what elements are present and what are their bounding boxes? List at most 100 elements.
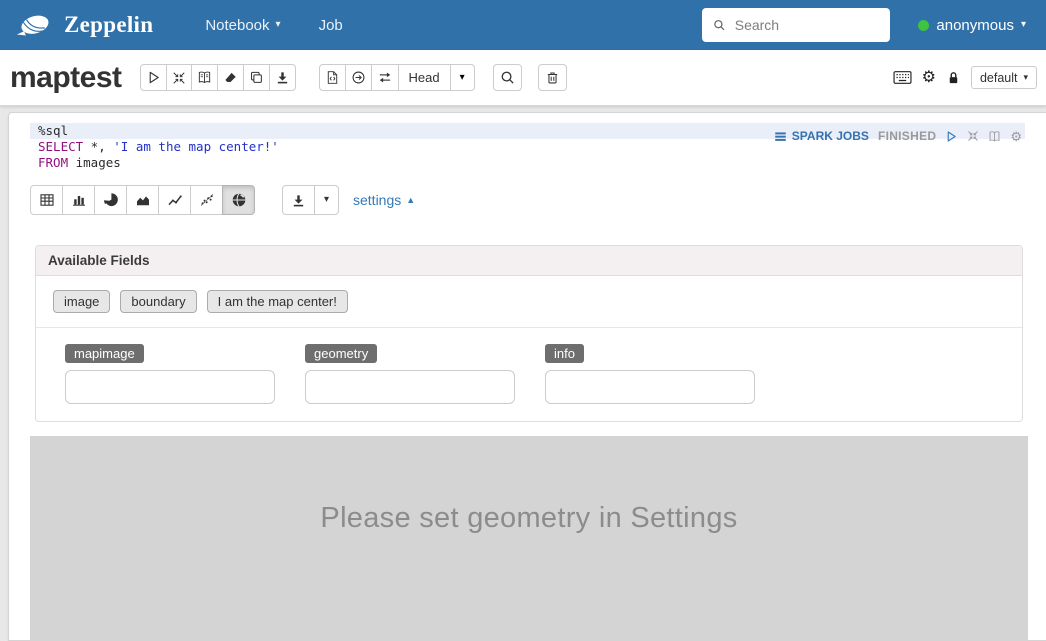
zeppelin-airship-icon	[14, 10, 56, 40]
show-hide-code-button[interactable]	[191, 64, 218, 91]
chart-type-bar-button[interactable]	[62, 185, 95, 215]
note-title[interactable]: maptest	[10, 61, 122, 95]
switch-revision-button[interactable]	[371, 64, 399, 91]
menu-notebook-label: Notebook	[205, 17, 269, 34]
drop-zone-target-geometry[interactable]	[305, 370, 515, 404]
search-code-button[interactable]	[493, 64, 522, 91]
paragraph-card: %sql SELECT *, 'I am the map center!' FR…	[8, 112, 1046, 641]
field-chip-map-center[interactable]: I am the map center!	[207, 290, 348, 313]
book-icon	[197, 70, 212, 85]
pie-chart-icon	[103, 192, 119, 208]
chart-type-line-button[interactable]	[158, 185, 191, 215]
interpreter-binding-label: default	[980, 71, 1018, 85]
line-chart-icon	[167, 192, 183, 208]
gear-icon: ⚙	[922, 70, 936, 86]
drop-zone-label: info	[545, 344, 584, 363]
circle-arrow-icon	[351, 70, 366, 85]
interpreter-settings-button[interactable]: ⚙	[922, 70, 936, 86]
version-control-toolbar: Head ▾	[319, 64, 475, 91]
map-placeholder-message: Please set geometry in Settings	[30, 436, 1028, 535]
drop-zone-label: geometry	[305, 344, 377, 363]
drop-zone-label: mapimage	[65, 344, 144, 363]
caret-up-icon: ▲	[406, 196, 415, 205]
interpreter-binding-dropdown[interactable]: default ▾	[971, 66, 1037, 89]
paragraph-settings-button[interactable]: ⚙	[1010, 130, 1022, 143]
revision-selector[interactable]: Head	[398, 64, 451, 91]
chart-type-switcher	[30, 185, 255, 215]
drop-zone-target-mapimage[interactable]	[65, 370, 275, 404]
revision-label: Head	[409, 70, 440, 85]
menu-notebook[interactable]: Notebook ▾	[205, 17, 280, 34]
remove-note-button[interactable]	[538, 64, 567, 91]
search-icon	[713, 18, 725, 32]
drop-zone-geometry: geometry	[305, 344, 515, 404]
swap-arrows-icon	[377, 70, 393, 85]
run-paragraph-button[interactable]	[945, 130, 958, 143]
code-line-from: FROM images	[30, 155, 1025, 171]
download-data-group: ▾	[282, 185, 339, 215]
zeppelin-logo[interactable]: Zeppelin	[14, 10, 153, 40]
field-chip-boundary[interactable]: boundary	[120, 290, 196, 313]
download-icon	[291, 193, 306, 208]
caret-down-icon: ▾	[324, 195, 329, 205]
download-icon	[275, 70, 290, 85]
note-right-tools: ⚙ default ▾	[893, 66, 1046, 89]
panel-title: Available Fields	[36, 246, 1022, 276]
code-editor[interactable]: %sql SELECT *, 'I am the map center!' FR…	[30, 123, 1025, 171]
drop-zone-mapimage: mapimage	[65, 344, 275, 404]
settings-label: settings	[353, 192, 401, 208]
area-chart-icon	[135, 192, 151, 208]
menu-job[interactable]: Job	[319, 17, 343, 34]
export-note-button[interactable]	[269, 64, 296, 91]
search-box	[702, 8, 890, 42]
keyboard-shortcuts-button[interactable]	[893, 70, 912, 85]
chart-type-scatter-button[interactable]	[190, 185, 223, 215]
compress-icon	[172, 71, 186, 85]
clone-note-button[interactable]	[243, 64, 270, 91]
chart-type-map-button[interactable]	[222, 185, 255, 215]
play-icon	[945, 130, 958, 143]
compare-revisions-button[interactable]	[319, 64, 346, 91]
search-icon	[500, 70, 515, 85]
spark-jobs-link[interactable]: SPARK JOBS	[774, 128, 869, 144]
run-all-paragraphs-button[interactable]	[140, 64, 167, 91]
field-chip-image[interactable]: image	[53, 290, 110, 313]
drop-zone-target-info[interactable]	[545, 370, 755, 404]
clear-output-button[interactable]	[217, 64, 244, 91]
eraser-icon	[223, 70, 238, 85]
drop-zone-info: info	[545, 344, 755, 404]
commit-revision-button[interactable]	[345, 64, 372, 91]
spark-jobs-label: SPARK JOBS	[792, 128, 869, 144]
clone-icon	[249, 70, 264, 85]
lock-icon	[946, 70, 961, 86]
available-fields-panel: Available Fields image boundary I am the…	[35, 245, 1023, 422]
search-input[interactable]	[733, 16, 880, 34]
chart-type-area-button[interactable]	[126, 185, 159, 215]
chevron-down-icon: ▾	[276, 20, 281, 30]
visualization-toolbar: ▾ settings ▲	[30, 185, 1025, 215]
toggle-editor-button[interactable]	[988, 130, 1001, 143]
menu-bars-icon	[774, 130, 787, 143]
download-data-button[interactable]	[282, 185, 315, 215]
field-chips-row: image boundary I am the map center!	[36, 276, 1022, 328]
compress-icon	[967, 130, 979, 142]
collapse-paragraphs-button[interactable]	[166, 64, 192, 91]
username: anonymous	[936, 17, 1014, 34]
keyboard-icon	[893, 70, 912, 85]
map-placeholder[interactable]: Please set geometry in Settings	[30, 436, 1028, 641]
revision-dropdown-caret[interactable]: ▾	[450, 64, 475, 91]
collapse-paragraph-button[interactable]	[967, 130, 979, 142]
viz-settings-toggle[interactable]: settings ▲	[353, 192, 415, 208]
drop-zones-row: mapimage geometry info	[36, 328, 1022, 421]
chart-type-pie-button[interactable]	[94, 185, 127, 215]
note-permissions-button[interactable]	[946, 70, 961, 86]
user-menu[interactable]: anonymous ▾	[918, 17, 1026, 34]
download-options-caret[interactable]: ▾	[314, 185, 339, 215]
caret-down-icon: ▾	[460, 73, 465, 83]
book-icon	[988, 130, 1001, 143]
top-navbar: Zeppelin Notebook ▾ Job anonymous ▾	[0, 0, 1046, 50]
chart-type-table-button[interactable]	[30, 185, 63, 215]
paragraph-status: FINISHED	[878, 128, 936, 144]
main-menu: Notebook ▾ Job	[205, 17, 342, 34]
file-code-icon	[325, 70, 340, 85]
